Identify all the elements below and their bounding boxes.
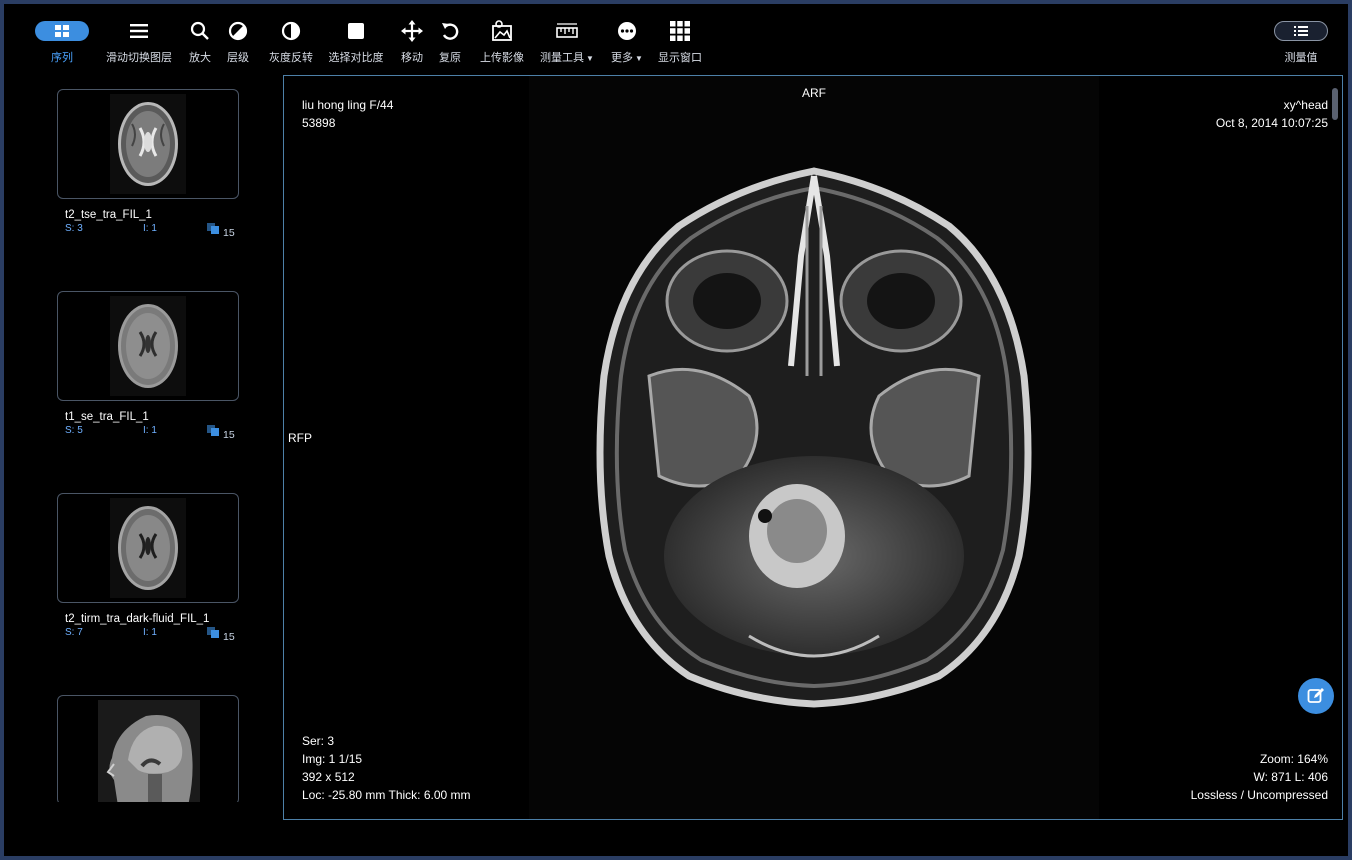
more-label: 更多 [611, 52, 634, 64]
invert-icon [281, 21, 301, 41]
stack-icon [207, 223, 219, 235]
invert-label: 灰度反转 [269, 52, 313, 64]
annotate-button[interactable] [1298, 678, 1334, 714]
select-contrast-button[interactable]: 选择对比度 [326, 19, 386, 65]
list-icon [1274, 21, 1328, 41]
orientation-left: RFP [288, 431, 312, 445]
series-thumbnail[interactable] [57, 493, 239, 603]
study-description: xy^head [1283, 98, 1328, 112]
measure-tools-label: 测量工具 [540, 52, 585, 64]
series-thumbnail[interactable] [57, 89, 239, 199]
image-count: 15 [223, 429, 235, 441]
axial-mri-image [529, 76, 1099, 819]
ruler-icon [556, 23, 578, 38]
patient-id: 53898 [302, 116, 336, 130]
search-icon [190, 21, 209, 40]
stack-icon [207, 425, 219, 437]
window-level-label: 层级 [227, 52, 249, 64]
image-info: Ser: 3 Img: 1 1/15 392 x 512 Loc: -25.80… [302, 732, 471, 804]
stack-icon [207, 627, 219, 639]
study-info: xy^head Oct 8, 2014 10:07:25 [1216, 96, 1328, 132]
reset-button[interactable]: 复原 [434, 19, 466, 65]
image-dimensions: 392 x 512 [302, 770, 355, 784]
series-meta: S: 3 I: 1 15 [65, 223, 241, 239]
display-info: Zoom: 164% W: 871 L: 406 Lossless / Unco… [1191, 750, 1328, 804]
pan-label: 移动 [401, 52, 423, 64]
brain-thumbnail-image [110, 94, 186, 194]
edit-icon [1307, 688, 1324, 703]
window-level-values: W: 871 L: 406 [1253, 770, 1329, 784]
orientation-top: ARF [802, 86, 826, 100]
measurements-label: 测量值 [1284, 52, 1318, 64]
series-number: S: 3 [65, 223, 83, 234]
brain-thumbnail-image [110, 296, 186, 396]
window-level-button[interactable]: 层级 [222, 19, 254, 65]
series-button[interactable]: 序列 [34, 19, 90, 65]
upload-image-button[interactable]: 上传影像 [476, 19, 528, 65]
image-number: I: 1 [143, 627, 157, 638]
series-name: t2_tirm_tra_dark-fluid_FIL_1 [65, 613, 210, 625]
series-meta: S: 5 I: 1 15 [65, 425, 241, 441]
image-viewport[interactable]: liu hong ling F/44 53898 ARF RFP xy^head… [283, 75, 1343, 820]
image-number: I: 1 [143, 425, 157, 436]
slice-location: Loc: -25.80 mm Thick: 6.00 mm [302, 788, 471, 802]
pan-button[interactable]: 移动 [396, 19, 428, 65]
series-thumbnail[interactable] [57, 695, 239, 802]
more-dropdown[interactable]: 更多 ▼ [606, 19, 648, 65]
image-count: 15 [223, 227, 235, 239]
more-icon [618, 22, 636, 40]
series-item[interactable]: t1_se_tra_FIL_1 S: 5 I: 1 15 [57, 291, 241, 441]
series-number-info: Ser: 3 [302, 734, 335, 748]
square-icon [348, 23, 364, 39]
series-item[interactable]: t2_tse_tra_FIL_1 S: 3 I: 1 15 [57, 89, 241, 239]
image-number: I: 1 [143, 223, 157, 234]
caret-down-icon: ▼ [586, 54, 594, 63]
zoom-level: Zoom: 164% [1259, 752, 1328, 766]
series-item[interactable] [57, 695, 241, 802]
zoom-label: 放大 [189, 52, 211, 64]
sagittal-thumbnail-image [98, 700, 200, 802]
menu-icon [130, 24, 148, 38]
display-window-label: 显示窗口 [658, 52, 702, 64]
caret-down-icon: ▼ [635, 54, 643, 63]
move-icon [401, 20, 423, 42]
grid-icon [35, 21, 89, 41]
series-item[interactable]: t2_tirm_tra_dark-fluid_FIL_1 S: 7 I: 1 1… [57, 493, 241, 643]
image-number-info: Img: 1 1/15 [302, 752, 363, 766]
dicom-viewer-app: 序列 滑动切换图层 放大 层级 灰度反转 选择对比度 移动 复原 上传影像 测量… [4, 4, 1348, 856]
series-number: S: 5 [65, 425, 83, 436]
select-contrast-label: 选择对比度 [328, 52, 384, 64]
display-window-button[interactable]: 显示窗口 [656, 19, 704, 65]
zoom-button[interactable]: 放大 [184, 19, 216, 65]
compression-info: Lossless / Uncompressed [1190, 788, 1328, 802]
reset-label: 复原 [439, 52, 461, 64]
study-date: Oct 8, 2014 10:07:25 [1215, 116, 1328, 130]
measure-tools-dropdown[interactable]: 测量工具 ▼ [536, 19, 598, 65]
series-thumbnail[interactable] [57, 291, 239, 401]
image-count: 15 [223, 631, 235, 643]
layout-icon [670, 21, 690, 41]
series-meta: S: 7 I: 1 15 [65, 627, 241, 643]
invert-button[interactable]: 灰度反转 [264, 19, 318, 65]
series-number: S: 7 [65, 627, 83, 638]
upload-image-icon [492, 20, 512, 41]
series-name: t2_tse_tra_FIL_1 [65, 209, 152, 221]
scroll-layer-button[interactable]: 滑动切换图层 [102, 19, 176, 65]
scroll-layer-label: 滑动切换图层 [106, 52, 172, 64]
contrast-icon [228, 21, 248, 41]
series-label: 序列 [51, 52, 73, 64]
series-sidebar: t2_tse_tra_FIL_1 S: 3 I: 1 15 t1_se_tra_… [4, 74, 274, 802]
series-name: t1_se_tra_FIL_1 [65, 411, 149, 423]
undo-icon [442, 23, 459, 40]
measurements-button[interactable]: 测量值 [1272, 19, 1330, 65]
brain-thumbnail-image [110, 498, 186, 598]
upload-image-label: 上传影像 [480, 52, 524, 64]
toolbar: 序列 滑动切换图层 放大 层级 灰度反转 选择对比度 移动 复原 上传影像 测量… [4, 4, 1348, 72]
viewport-scrollbar[interactable] [1332, 88, 1338, 120]
